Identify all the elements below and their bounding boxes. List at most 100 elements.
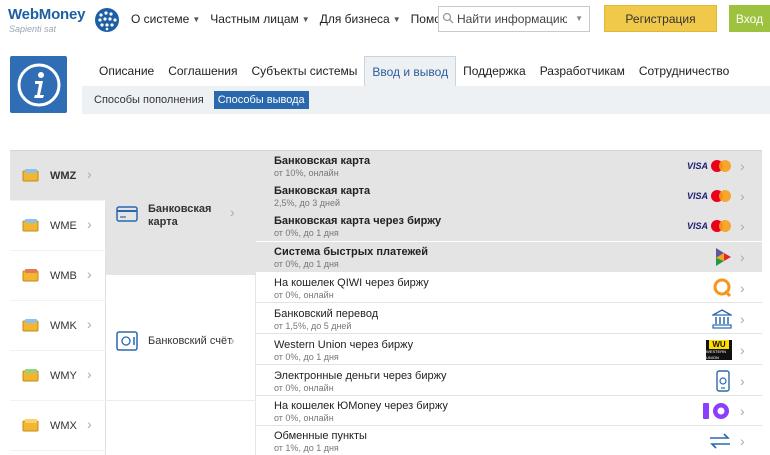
search-input[interactable] <box>457 12 567 26</box>
chevron-right-icon: › <box>740 311 745 327</box>
option-row[interactable]: Банковская карта через биржу от 0%, до 1… <box>256 211 762 241</box>
option-row[interactable]: Обменные пункты от 1%, до 1 дня › <box>256 426 762 455</box>
currency-item-wmb[interactable]: WMB › <box>10 251 106 301</box>
tab-agreements[interactable]: Соглашения <box>161 56 244 86</box>
option-row[interactable]: Банковская карта 2,5%, до 3 дней VISA › <box>256 181 762 211</box>
tab-description[interactable]: Описание <box>92 56 161 86</box>
wallet-icon <box>22 319 39 332</box>
search-box: ▼ <box>438 6 590 32</box>
currency-label: WMB <box>50 270 77 282</box>
wallet-icon <box>22 419 39 432</box>
chevron-right-icon: › <box>740 403 745 419</box>
chevron-right-icon: › <box>740 249 745 265</box>
option-meta: от 0%, до 1 дня <box>274 228 339 238</box>
bank-icon <box>684 309 732 329</box>
option-name: Банковский перевод <box>274 308 379 320</box>
withdraw-panel: WMZ › WME › WMB › WMK › WMY › WMX › Банк… <box>10 150 762 455</box>
yoomoney-icon <box>684 401 732 421</box>
chevron-right-icon: › <box>87 316 92 332</box>
currency-item-wmy[interactable]: WMY › <box>10 351 106 401</box>
option-row[interactable]: Банковская карта от 10%, онлайн VISA › <box>256 151 762 181</box>
visa-text: VISA <box>686 161 708 171</box>
option-name: Western Union через биржу <box>274 339 414 351</box>
nav-business-label: Для бизнеса <box>319 12 390 26</box>
method-item-bank-account[interactable]: Банковский счёт › <box>106 275 256 401</box>
chevron-right-icon: › <box>740 433 745 449</box>
wu-text: WESTERN UNION <box>706 348 726 360</box>
wallet-icon <box>22 369 39 382</box>
nav-about[interactable]: О системе ▼ <box>126 10 205 28</box>
method-label: Банковская карта <box>148 203 212 228</box>
tab-input-output[interactable]: Ввод и вывод <box>364 56 457 86</box>
option-name: Система быстрых платежей <box>274 246 428 258</box>
option-row[interactable]: Банковский перевод от 1,5%, до 5 дней › <box>256 304 762 334</box>
nav-business[interactable]: Для бизнеса ▼ <box>315 10 406 28</box>
currency-label: WME <box>50 220 77 232</box>
chevron-right-icon: › <box>87 366 92 382</box>
visa-mastercard-icon: VISA <box>684 156 732 176</box>
option-row[interactable]: Система быстрых платежей от 0%, до 1 дня… <box>256 242 762 272</box>
subtab-deposit-methods[interactable]: Способы пополнения <box>90 91 208 109</box>
method-item-bank-card[interactable]: Банковская карта › <box>106 151 256 275</box>
header: WebMoney Sapienti sat О системе ▼ Частны… <box>0 0 770 40</box>
sbp-icon <box>684 247 732 267</box>
currency-item-wme[interactable]: WME › <box>10 201 106 251</box>
qiwi-icon <box>684 278 732 298</box>
chevron-right-icon: › <box>740 373 745 389</box>
subtab-withdraw-methods[interactable]: Способы вывода <box>213 91 309 109</box>
chevron-right-icon: › <box>230 204 235 220</box>
currency-label: WMZ <box>50 170 77 182</box>
visa-text: VISA <box>686 221 708 231</box>
login-button[interactable]: Вход <box>729 5 770 32</box>
webmoney-logo[interactable]: WebMoney Sapienti sat <box>8 6 120 36</box>
option-row[interactable]: Электронные деньги через биржу от 0%, он… <box>256 366 762 396</box>
western-union-icon: WU WESTERN UNION <box>684 339 732 360</box>
option-name: Банковская карта <box>274 155 371 167</box>
section-tabs: Описание Соглашения Субъекты системы Вво… <box>92 56 736 86</box>
credit-card-icon <box>116 206 138 222</box>
option-row[interactable]: На кошелек QIWI через биржу от 0%, онлай… <box>256 273 762 303</box>
tab-subjects[interactable]: Субъекты системы <box>244 56 364 86</box>
tab-cooperation[interactable]: Сотрудничество <box>632 56 736 86</box>
register-button[interactable]: Регистрация <box>604 5 717 32</box>
currency-label: WMK <box>50 320 77 332</box>
option-name: Электронные деньги через биржу <box>274 370 447 382</box>
option-name: Обменные пункты <box>274 430 367 442</box>
option-name: Банковская карта <box>274 185 371 197</box>
globe-icon <box>95 8 119 32</box>
tab-developers[interactable]: Разработчикам <box>533 56 632 86</box>
info-section: Описание Соглашения Субъекты системы Вво… <box>0 52 770 114</box>
tab-support[interactable]: Поддержка <box>456 56 533 86</box>
option-name: На кошелек ЮMoney через биржу <box>274 400 448 412</box>
currency-label: WMY <box>50 370 77 382</box>
nav-personal-label: Частным лицам <box>210 12 299 26</box>
currency-item-wmx[interactable]: WMX › <box>10 401 106 451</box>
chevron-right-icon: › <box>740 342 745 358</box>
option-meta: от 0%, онлайн <box>274 290 334 300</box>
wu-mark: WU <box>709 339 729 349</box>
search-icon[interactable] <box>439 12 457 27</box>
option-meta: от 10%, онлайн <box>274 168 339 178</box>
visa-text: VISA <box>686 191 708 201</box>
option-row[interactable]: На кошелек ЮMoney через биржу от 0%, онл… <box>256 396 762 426</box>
visa-mastercard-icon: VISA <box>684 186 732 206</box>
wallet-icon <box>22 269 39 282</box>
info-icon <box>10 56 67 113</box>
visa-mastercard-icon: VISA <box>684 216 732 236</box>
chevron-down-icon: ▼ <box>301 14 310 24</box>
search-dropdown-icon[interactable]: ▼ <box>575 14 583 23</box>
logo-text: WebMoney <box>8 6 86 23</box>
currency-list: WMZ › WME › WMB › WMK › WMY › WMX › <box>10 151 106 455</box>
option-meta: 2,5%, до 3 дней <box>274 198 341 208</box>
exchange-icon <box>684 431 732 451</box>
method-label: Банковский счёт <box>148 335 233 347</box>
wallet-icon <box>22 219 39 232</box>
currency-item-wmk[interactable]: WMK › <box>10 301 106 351</box>
nav-personal[interactable]: Частным лицам ▼ <box>205 10 314 28</box>
chevron-right-icon: › <box>87 266 92 282</box>
currency-item-wmz[interactable]: WMZ › <box>10 151 106 201</box>
chevron-right-icon: › <box>230 332 235 348</box>
option-row[interactable]: Western Union через биржу от 0%, до 1 дн… <box>256 335 762 365</box>
option-list: Банковская карта от 10%, онлайн VISA › Б… <box>256 151 762 455</box>
option-meta: от 1,5%, до 5 дней <box>274 321 352 331</box>
